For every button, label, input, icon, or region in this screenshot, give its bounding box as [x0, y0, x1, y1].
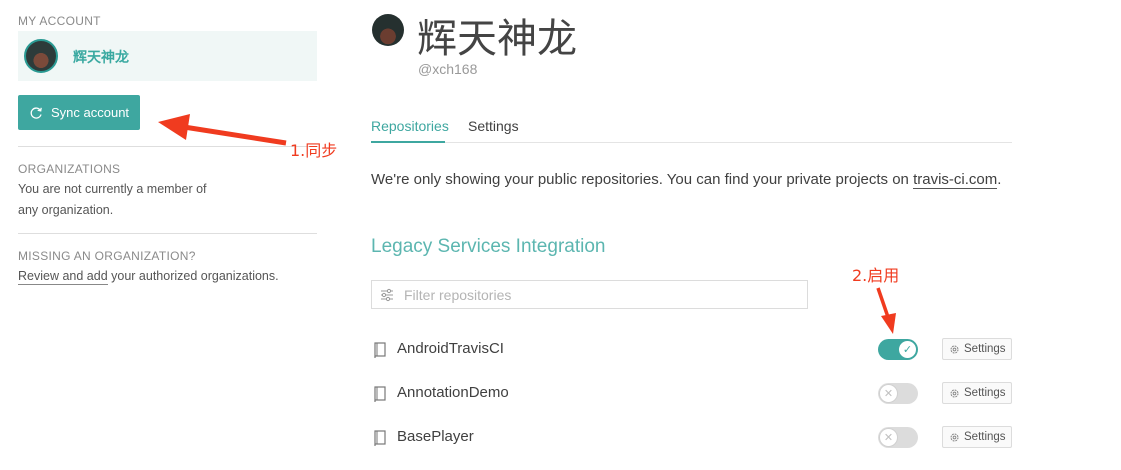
repo-settings-button[interactable]: Settings	[942, 338, 1012, 360]
organizations-text-line-1: You are not currently a member of	[18, 182, 207, 196]
organizations-text-line-2: any organization.	[18, 203, 114, 217]
sync-icon	[30, 106, 42, 119]
review-and-add-link[interactable]: Review and add	[18, 269, 108, 285]
annotation-arrow-sync	[158, 114, 287, 146]
repository-book-icon	[374, 430, 386, 446]
repo-settings-button[interactable]: Settings	[942, 382, 1012, 404]
repo-row: AnnotationDemo ✕ Settings	[371, 378, 1021, 408]
repo-settings-button[interactable]: Settings	[942, 426, 1012, 448]
annotation-arrow-enable	[876, 287, 896, 334]
public-repos-notice: We're only showing your public repositor…	[371, 171, 1002, 189]
repository-book-icon	[374, 386, 386, 402]
profile-avatar	[372, 14, 404, 46]
filter-sliders-icon	[381, 288, 393, 301]
missing-org-rest: your authorized organizations.	[107, 269, 279, 283]
repo-activation-toggle[interactable]: ✕	[878, 427, 918, 448]
tab-repositories[interactable]: Repositories	[371, 118, 449, 134]
filter-box[interactable]	[371, 280, 808, 309]
tab-settings[interactable]: Settings	[468, 118, 519, 134]
organizations-heading: ORGANIZATIONS	[18, 162, 121, 176]
account-card[interactable]: 辉天神龙	[18, 31, 317, 81]
repo-row: BasePlayer ✕ Settings	[371, 422, 1021, 452]
x-icon: ✕	[879, 384, 898, 403]
avatar	[24, 39, 58, 73]
repo-name[interactable]: AndroidTravisCI	[397, 340, 504, 357]
repo-name[interactable]: BasePlayer	[397, 428, 474, 445]
notice-suffix: .	[997, 171, 1002, 188]
settings-label: Settings	[964, 343, 1006, 355]
section-title: Legacy Services Integration	[371, 236, 606, 257]
account-name: 辉天神龙	[73, 50, 129, 66]
sidebar-divider	[18, 233, 317, 234]
annotation-sync-note: 1.同步	[290, 141, 338, 160]
settings-label: Settings	[964, 431, 1006, 443]
annotation-enable-note: 2.启用	[852, 266, 900, 285]
profile-name: 辉天神龙	[417, 16, 577, 62]
checkmark-icon: ✓	[898, 340, 917, 359]
travis-ci-com-link[interactable]: travis-ci.com	[913, 171, 998, 189]
profile-handle: @xch168	[418, 61, 478, 77]
sync-account-label: Sync account	[51, 105, 130, 120]
repo-activation-toggle[interactable]: ✓	[878, 339, 918, 360]
gear-icon	[950, 432, 959, 442]
tab-bar-rule	[371, 142, 1012, 143]
x-icon: ✕	[879, 428, 898, 447]
repository-book-icon	[374, 342, 386, 358]
active-tab-indicator	[371, 141, 445, 143]
missing-org-heading: MISSING AN ORGANIZATION?	[18, 249, 196, 263]
repo-name[interactable]: AnnotationDemo	[397, 384, 509, 401]
repo-row: AndroidTravisCI ✓ Settings	[371, 334, 1021, 364]
settings-label: Settings	[964, 387, 1006, 399]
gear-icon	[950, 388, 959, 398]
gear-icon	[950, 344, 959, 354]
repo-activation-toggle[interactable]: ✕	[878, 383, 918, 404]
sync-account-button[interactable]: Sync account	[18, 95, 140, 130]
my-account-heading: MY ACCOUNT	[18, 14, 101, 28]
missing-org-text: Review and add your authorized organizat…	[18, 266, 279, 287]
notice-text: We're only showing your public repositor…	[371, 171, 914, 188]
filter-repositories-input[interactable]	[402, 285, 786, 304]
